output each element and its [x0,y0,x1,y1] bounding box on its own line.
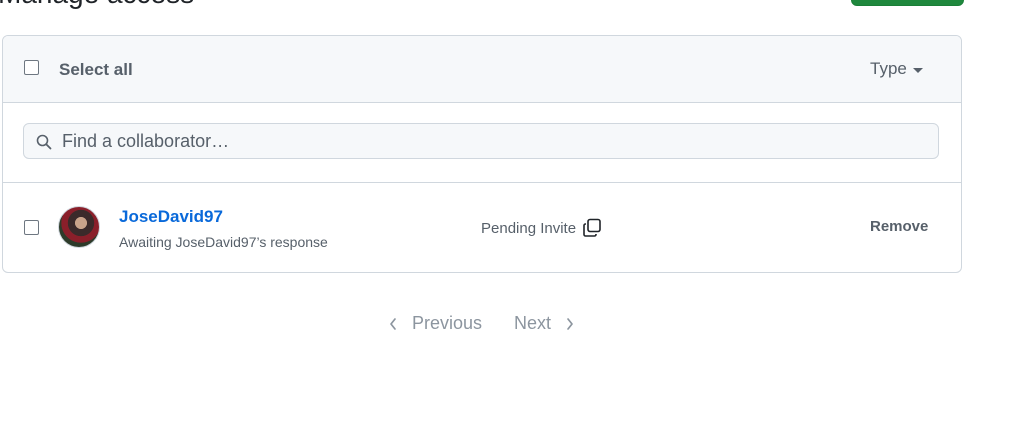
chevron-left-icon [390,317,396,330]
type-filter-dropdown[interactable]: Type [870,59,923,79]
page-title: Manage access [0,0,194,10]
type-filter-label: Type [870,59,907,78]
remove-collaborator-button[interactable]: Remove [870,218,928,235]
pagination: Previous Next [388,313,575,334]
collaborator-row: JoseDavid97 Awaiting JoseDavid97’s respo… [3,183,961,272]
copy-icon[interactable] [582,218,602,238]
collaborators-box: Select all Type JoseDavid97 Awaiting Jos… [2,35,962,273]
search-section [3,103,961,183]
search-collaborator-input[interactable] [62,124,922,158]
search-icon [36,134,52,150]
primary-action-button[interactable] [851,0,964,6]
pending-invite-label: Pending Invite [481,219,577,237]
select-all-checkbox[interactable] [24,60,39,75]
collaborator-checkbox[interactable] [24,220,39,235]
previous-page-button[interactable]: Previous [388,313,482,334]
search-wrapper [23,123,939,159]
caret-down-icon [912,67,923,73]
next-page-button[interactable]: Next [514,313,575,334]
select-all-label: Select all [59,60,133,79]
collaborator-username-link[interactable]: JoseDavid97 [119,207,223,227]
previous-label: Previous [412,313,483,333]
collaborator-status-text: Awaiting JoseDavid97’s response [119,234,328,250]
pending-invite-status: Pending Invite [481,218,602,238]
avatar[interactable] [58,206,100,248]
chevron-right-icon [567,317,573,330]
next-label: Next [514,313,552,333]
collaborators-header: Select all Type [3,36,961,103]
